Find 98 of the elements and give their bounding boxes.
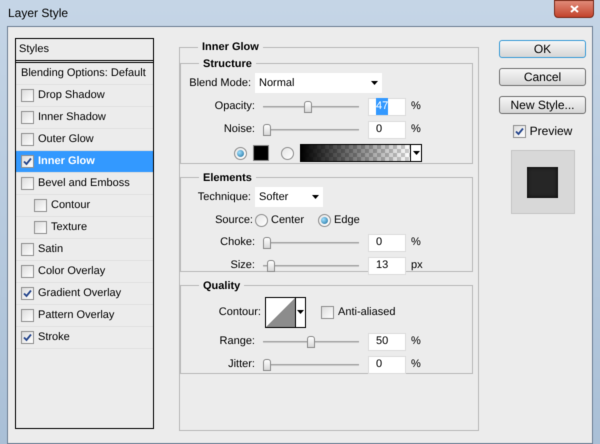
blend-mode-dropdown[interactable]: Normal xyxy=(255,73,382,93)
checkbox[interactable] xyxy=(21,111,34,124)
slider-label: Jitter: xyxy=(227,357,256,372)
contour-curve-icon xyxy=(266,298,295,326)
checkbox[interactable] xyxy=(21,155,34,168)
slider-label: Noise: xyxy=(222,122,256,138)
slider[interactable] xyxy=(263,334,359,348)
field-text: 13 xyxy=(376,258,388,274)
list-header: Styles xyxy=(16,39,153,63)
slider-thumb[interactable] xyxy=(307,336,315,348)
field-text: 0 xyxy=(376,235,382,250)
slider-label: Choke: xyxy=(219,235,256,250)
unit-label: % xyxy=(411,122,421,138)
radio-button[interactable] xyxy=(255,214,268,226)
checkmark-icon xyxy=(23,289,32,298)
value-field[interactable]: 13 xyxy=(368,256,406,274)
radio-label: Center xyxy=(271,212,304,228)
checkbox[interactable] xyxy=(21,177,34,190)
unit-label: % xyxy=(411,99,421,114)
checkbox[interactable] xyxy=(21,287,34,300)
checkbox[interactable] xyxy=(512,124,526,138)
slider[interactable] xyxy=(263,236,359,250)
slider-thumb[interactable] xyxy=(263,358,271,370)
checkmark-icon xyxy=(514,126,524,136)
group-title: Structure xyxy=(202,56,253,72)
slider[interactable] xyxy=(263,122,359,136)
radio-button[interactable] xyxy=(318,214,332,226)
field-label: Technique: xyxy=(196,190,252,205)
style-item[interactable]: Texture xyxy=(16,217,153,239)
close-icon xyxy=(570,5,578,13)
slider[interactable] xyxy=(263,358,359,372)
checkmark-icon xyxy=(23,333,32,342)
slider-thumb[interactable] xyxy=(267,260,276,272)
unit-label: % xyxy=(411,334,421,350)
checkbox[interactable] xyxy=(34,221,47,234)
checkbox[interactable] xyxy=(321,306,334,318)
radio-button[interactable] xyxy=(234,146,247,160)
slider-label: Size: xyxy=(230,258,256,274)
caret-icon xyxy=(297,310,304,314)
value-field[interactable]: 0 xyxy=(368,356,406,374)
radio-label: Edge xyxy=(334,212,360,228)
dialog-button[interactable]: OK xyxy=(499,40,586,58)
style-item[interactable]: Inner Shadow xyxy=(16,107,153,129)
checkbox[interactable] xyxy=(21,243,34,256)
gradient-picker[interactable] xyxy=(300,144,422,162)
preview-square xyxy=(527,166,558,198)
value-field[interactable]: 0 xyxy=(368,234,406,252)
unit-label: % xyxy=(411,357,421,372)
style-item[interactable]: Pattern Overlay xyxy=(16,305,153,327)
field-text: 0 xyxy=(376,357,382,372)
field-text: 0 xyxy=(376,122,382,138)
radio-button[interactable] xyxy=(281,146,294,160)
checkbox[interactable] xyxy=(34,199,47,212)
field-label: Blend Mode: xyxy=(189,76,252,91)
field-text: 50 xyxy=(376,334,388,350)
slider-thumb[interactable] xyxy=(263,124,271,136)
slider-label: Opacity: xyxy=(214,99,256,114)
caret-icon xyxy=(312,195,319,199)
color-swatch[interactable] xyxy=(253,145,269,161)
group-title: Inner Glow xyxy=(201,40,260,55)
style-item[interactable]: Bevel and Emboss xyxy=(16,173,153,195)
slider-thumb[interactable] xyxy=(263,236,271,248)
slider[interactable] xyxy=(263,258,359,272)
selected-field-text: 47 xyxy=(376,98,388,115)
value-field[interactable]: 50 xyxy=(368,332,406,350)
style-item[interactable]: Color Overlay xyxy=(16,261,153,283)
unit-label: px xyxy=(411,258,423,274)
checkbox[interactable] xyxy=(21,265,34,278)
checkbox-label: Anti-aliased xyxy=(338,304,396,320)
style-item[interactable]: Satin xyxy=(16,239,153,261)
caret-icon xyxy=(412,151,420,155)
checkbox[interactable] xyxy=(21,309,34,322)
style-item[interactable]: Blending Options: Default xyxy=(16,63,153,85)
style-item[interactable]: Gradient Overlay xyxy=(16,283,153,305)
value-field[interactable]: 0 xyxy=(368,120,406,138)
checkbox-label: Preview xyxy=(530,123,572,140)
window-title: Layer Style xyxy=(8,5,68,22)
style-item[interactable]: Stroke xyxy=(16,327,153,349)
checkmark-icon xyxy=(23,157,32,166)
dialog-button[interactable]: New Style... xyxy=(499,96,586,114)
slider-label: Range: xyxy=(218,334,256,350)
field-label: Source: xyxy=(214,212,254,228)
contour-picker[interactable] xyxy=(265,296,306,328)
group-title: Elements xyxy=(202,170,253,186)
field-label: Contour: xyxy=(218,304,262,320)
technique-dropdown[interactable]: Softer xyxy=(255,187,323,207)
caret-icon xyxy=(371,81,378,85)
slider[interactable] xyxy=(263,100,359,114)
checkbox[interactable] xyxy=(21,133,34,146)
style-item[interactable]: Drop Shadow xyxy=(16,85,153,107)
style-item[interactable]: Contour xyxy=(16,195,153,217)
slider-thumb[interactable] xyxy=(304,100,312,112)
checkbox[interactable] xyxy=(21,331,34,344)
unit-label: % xyxy=(411,235,421,250)
group-title: Quality xyxy=(202,278,242,294)
close-button[interactable] xyxy=(554,0,594,18)
dialog-button[interactable]: Cancel xyxy=(499,68,586,86)
checkbox[interactable] xyxy=(21,89,34,102)
